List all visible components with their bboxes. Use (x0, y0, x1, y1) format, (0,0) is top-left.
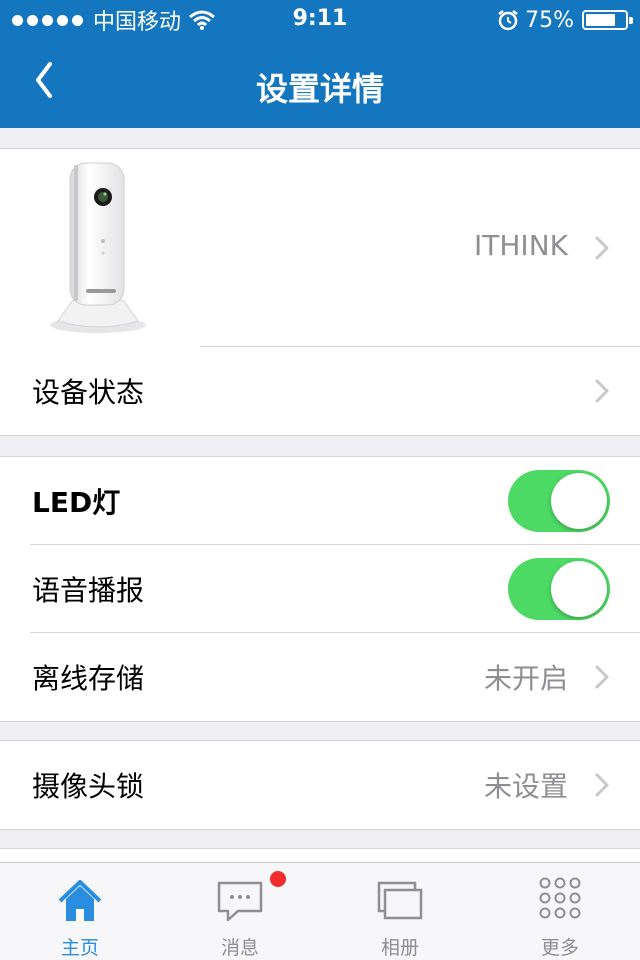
message-icon (217, 881, 263, 922)
tab-label: 消息 (220, 937, 259, 959)
toggle-knob (551, 473, 607, 529)
camera-device-image (50, 162, 146, 333)
tab-album[interactable]: 相册 (320, 863, 480, 960)
header: 中国移动 9:11 75% 设置详情 (0, 0, 640, 128)
tab-more[interactable]: 更多 (480, 863, 640, 960)
row-value: 未开启 (483, 662, 568, 695)
device-status-row[interactable]: 设备状态 (0, 347, 640, 435)
status-right: 75% (497, 6, 633, 34)
voice-broadcast-row: 语音播报 (0, 545, 640, 633)
chevron-right-icon (595, 773, 609, 797)
device-info-row[interactable]: ITHINK (0, 149, 640, 347)
device-name: ITHINK (474, 229, 568, 262)
alarm-icon (498, 10, 518, 31)
battery-percent: 75% (525, 7, 574, 33)
home-icon (58, 880, 102, 921)
row-label: 摄像头锁 (32, 770, 145, 803)
tab-home[interactable]: 主页 (0, 863, 160, 960)
led-row: LED灯 (0, 457, 640, 545)
battery-fill (586, 14, 615, 26)
nav-bar: 设置详情 (0, 40, 640, 128)
chevron-right-icon (595, 236, 609, 260)
tab-label: 更多 (540, 937, 579, 959)
tab-label: 主页 (60, 937, 99, 959)
row-label: 离线存储 (32, 662, 145, 695)
more-grid-icon (539, 877, 581, 919)
tab-label: 相册 (380, 937, 419, 959)
chevron-right-icon (595, 665, 609, 689)
row-label: 语音播报 (32, 574, 145, 607)
tab-bar: 主页 消息 相册 更多 (0, 862, 640, 960)
security-group: 摄像头锁 未设置 (0, 740, 640, 830)
chevron-right-icon (595, 379, 609, 403)
settings-group: LED灯 语音播报 离线存储 未开启 (0, 456, 640, 722)
offline-storage-row[interactable]: 离线存储 未开启 (0, 633, 640, 721)
tab-messages[interactable]: 消息 (160, 863, 320, 960)
toggle-knob (551, 561, 607, 617)
notification-badge (270, 871, 286, 887)
row-label: 设备状态 (32, 376, 145, 409)
status-bar: 中国移动 9:11 75% (0, 0, 640, 40)
camera-lock-row[interactable]: 摄像头锁 未设置 (0, 741, 640, 829)
album-icon (377, 881, 423, 920)
row-value: 未设置 (483, 770, 568, 803)
voice-broadcast-toggle[interactable] (508, 558, 610, 620)
battery-icon (582, 10, 633, 30)
page-title: 设置详情 (255, 70, 384, 108)
device-group: ITHINK 设备状态 (0, 148, 640, 436)
led-toggle[interactable] (508, 470, 610, 532)
row-label: LED灯 (32, 486, 121, 519)
